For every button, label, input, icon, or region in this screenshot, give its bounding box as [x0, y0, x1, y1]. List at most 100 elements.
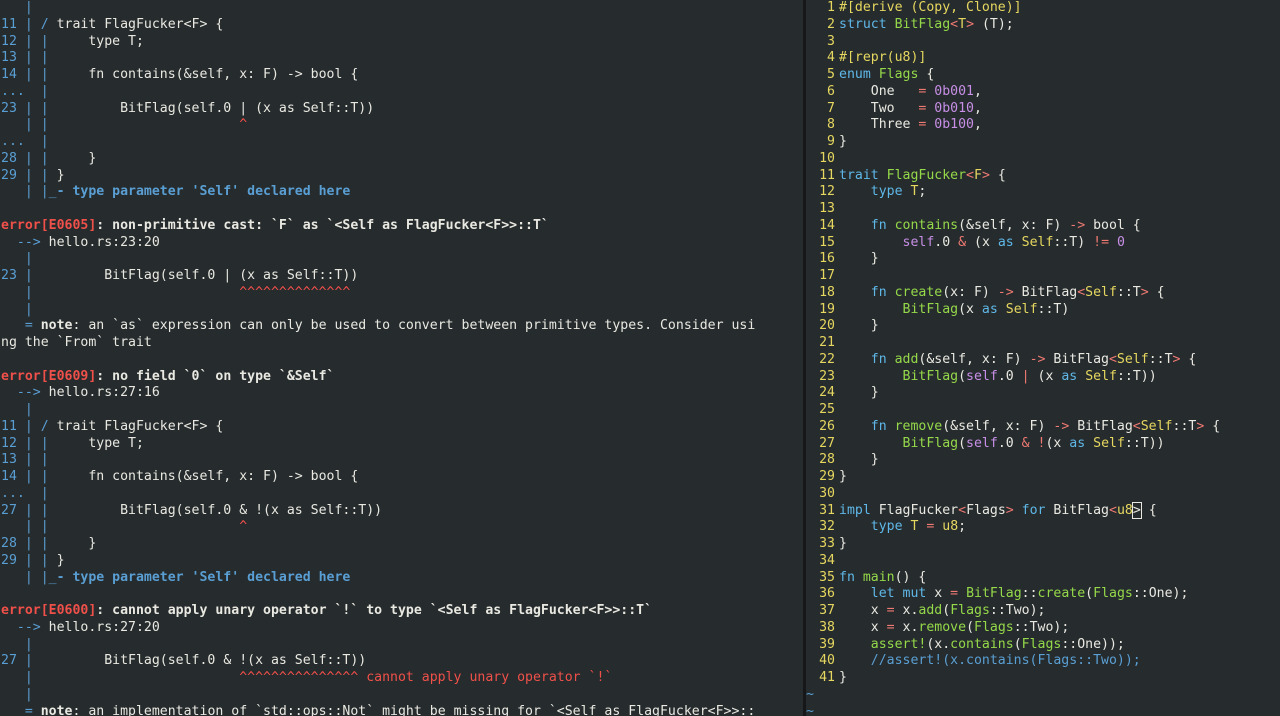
editor-line[interactable]: 29} — [806, 469, 1280, 486]
line-number: 3 — [827, 33, 835, 49]
output-line: ... | — [0, 486, 803, 503]
editor-line[interactable]: 38 x = x.remove(Flags::Two); — [806, 620, 1280, 637]
code-token: ( — [1085, 586, 1094, 602]
output-text: hello.rs:23:20 — [48, 234, 160, 250]
output-line: 28 | | } — [0, 536, 803, 553]
code-token: = — [926, 519, 943, 535]
output-line: 28 | | } — [0, 151, 803, 168]
line-gutter: 29 | | — [1, 167, 57, 183]
editor-line[interactable]: 3 — [806, 34, 1280, 51]
code-token: ::T) — [1037, 301, 1070, 317]
code-token: > — [1140, 284, 1157, 300]
line-gutter: 11 | / — [1, 418, 57, 434]
editor-line[interactable]: 25 — [806, 402, 1280, 419]
text-cursor: > — [1131, 501, 1142, 519]
editor-line[interactable]: 36 let mut x = BitFlag::create(Flags::On… — [806, 586, 1280, 603]
vim-editor-pane[interactable]: 1 #[derive (Copy, Clone)] 2 struct BitFlag<… — [806, 0, 1280, 716]
editor-line[interactable]: 1 #[derive (Copy, Clone)] — [806, 0, 1280, 17]
editor-line[interactable]: 22 fn add(&self, x: F) -> BitFlag<Self::… — [806, 352, 1280, 369]
line-number: 23 — [819, 368, 835, 384]
editor-line[interactable]: 10 — [806, 151, 1280, 168]
code-token: Self — [1005, 301, 1038, 317]
editor-line[interactable]: 35 fn main() { — [806, 570, 1280, 587]
output-line: | — [0, 302, 803, 319]
editor-line[interactable]: 39 assert!(x.contains(Flags::One)); — [806, 637, 1280, 654]
editor-line[interactable]: 11 trait FlagFucker<F> { — [806, 168, 1280, 185]
line-gutter: 27 | — [1, 653, 41, 669]
editor-line[interactable]: 37 x = x.add(Flags::Two); — [806, 603, 1280, 620]
code-token: contains — [894, 217, 959, 233]
code-token: trait — [839, 167, 887, 183]
editor-line[interactable]: 27 BitFlag(self.0 & !(x as Self::T)) — [806, 436, 1280, 453]
editor-line[interactable]: 12 type T; — [806, 184, 1280, 201]
code-token: (&self, x: F) — [958, 217, 1070, 233]
error-marker: ^ — [56, 519, 248, 535]
code-token: = — [886, 619, 903, 635]
error-code: error[E0605] — [1, 217, 97, 233]
line-gutter: = — [1, 318, 41, 334]
editor-line[interactable]: 32 type T = u8; — [806, 519, 1280, 536]
output-text: BitFlag(self.0 & !(x as Self::T)) — [56, 502, 383, 518]
output-line: 13 | | — [0, 452, 803, 469]
editor-lines: 1 #[derive (Copy, Clone)] 2 struct BitFlag<… — [806, 0, 1280, 716]
line-number: 32 — [819, 519, 835, 535]
editor-line[interactable]: 5 enum Flags { — [806, 67, 1280, 84]
editor-line[interactable]: 28 } — [806, 452, 1280, 469]
editor-line[interactable]: 4 #[repr(u8)] — [806, 50, 1280, 67]
editor-line[interactable]: 9} — [806, 134, 1280, 151]
editor-line[interactable]: 21 — [806, 335, 1280, 352]
editor-line[interactable]: 30 — [806, 486, 1280, 503]
code-token: ; — [958, 519, 967, 535]
editor-line[interactable]: 23 BitFlag(self.0 | (x as Self::T)) — [806, 369, 1280, 386]
code-token: { — [1188, 351, 1197, 367]
code-token: (x — [958, 301, 982, 317]
editor-line[interactable]: 24 } — [806, 385, 1280, 402]
editor-line[interactable]: 34 — [806, 553, 1280, 570]
editor-line[interactable]: 26 fn remove(&self, x: F) -> BitFlag<Sel… — [806, 419, 1280, 436]
editor-line[interactable]: 18 fn create(x: F) -> BitFlag<Self::T> { — [806, 285, 1280, 302]
editor-line[interactable]: 17 — [806, 268, 1280, 285]
editor-line[interactable]: 19 BitFlag(x as Self::T) — [806, 302, 1280, 319]
line-number: 10 — [819, 150, 835, 166]
editor-line[interactable]: 7 Two = 0b010, — [806, 101, 1280, 118]
code-token: -> — [1053, 418, 1078, 434]
editor-line[interactable]: 13 — [806, 201, 1280, 218]
line-gutter: | | — [1, 519, 57, 535]
code-token: 0b001 — [934, 83, 974, 99]
editor-line[interactable]: 20 } — [806, 318, 1280, 335]
code-token: , — [974, 117, 982, 133]
line-number: 40 — [819, 653, 835, 669]
code-token: .0 — [997, 435, 1022, 451]
code-token: add — [894, 351, 919, 367]
code-token: impl — [839, 502, 879, 518]
editor-line[interactable]: 2 struct BitFlag<T> (T); — [806, 17, 1280, 34]
editor-line[interactable]: 40 //assert!(x.contains(Flags::Two)); — [806, 653, 1280, 670]
editor-line[interactable]: 8 Three = 0b100, — [806, 117, 1280, 134]
code-token: < — [1077, 284, 1086, 300]
code-token: > — [1172, 351, 1189, 367]
code-token: } — [839, 318, 879, 334]
editor-line[interactable]: 14 fn contains(&self, x: F) -> bool { — [806, 218, 1280, 235]
code-token: struct — [839, 16, 895, 32]
code-token: ::Two); — [989, 603, 1046, 618]
editor-line[interactable]: 15 self.0 & (x as Self::T) != 0 — [806, 235, 1280, 252]
note-label: note — [40, 318, 73, 334]
editor-line[interactable]: 16 } — [806, 251, 1280, 268]
editor-line[interactable]: 33} — [806, 536, 1280, 553]
error-marker: ^ — [56, 117, 248, 133]
editor-line[interactable]: 6 One = 0b001, — [806, 84, 1280, 101]
line-number: 2 — [827, 16, 835, 32]
code-token: main — [862, 569, 895, 585]
editor-line[interactable]: 31 impl FlagFucker<Flags> for BitFlag<u8>… — [806, 501, 1280, 520]
code-token: remove — [918, 619, 967, 635]
output-line: 14 | | fn contains(&self, x: F) -> bool … — [0, 469, 803, 486]
editor-line[interactable]: 41} — [806, 670, 1280, 687]
code-token: as — [1069, 435, 1094, 451]
code-token: (x. — [926, 636, 951, 652]
code-token: != — [1093, 234, 1117, 250]
line-gutter: 12 | | — [1, 435, 57, 451]
output-line: | — [0, 0, 803, 17]
compiler-output-pane[interactable]: | 11 | / trait FlagFucker<F> {12 | | type… — [0, 0, 803, 716]
code-token: self — [966, 368, 998, 384]
